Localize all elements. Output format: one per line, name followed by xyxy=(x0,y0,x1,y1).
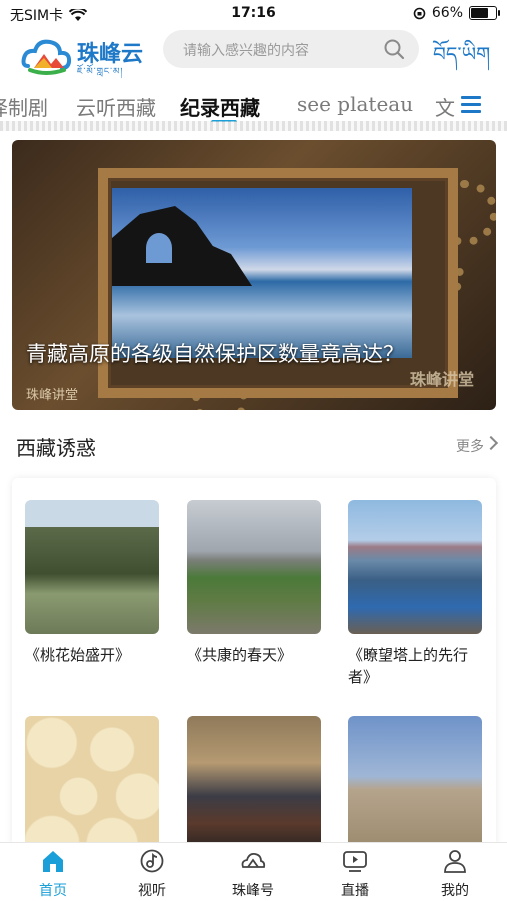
card-thumbnail[interactable] xyxy=(187,716,321,848)
battery-percent: 66% xyxy=(431,5,463,21)
category-tabs: 译制剧 云听西藏 纪录西藏 see plateau 文 xyxy=(0,86,507,122)
card-thumbnail[interactable] xyxy=(187,500,321,634)
tabbar-zhufeng[interactable]: 珠峰号 xyxy=(218,849,288,900)
video-grid: 《桃花始盛开》 《共康的春天》 《瞭望塔上的先行者》 xyxy=(12,478,496,848)
card-thumbnail[interactable] xyxy=(25,500,159,634)
card-thumbnail[interactable] xyxy=(25,716,159,848)
menu-icon[interactable] xyxy=(461,96,481,113)
card-thumbnail[interactable] xyxy=(348,716,482,848)
tab-yunting-tibet[interactable]: 云听西藏 xyxy=(76,92,156,121)
section-title: 西藏诱惑 xyxy=(16,436,96,460)
decorative-pattern xyxy=(0,121,507,131)
tab-see-plateau[interactable]: see plateau xyxy=(297,92,413,116)
card-caption[interactable]: 《共康的春天》 xyxy=(187,644,327,666)
tabbar-label: 我的 xyxy=(441,883,469,899)
banner-title: 青藏高原的各级自然保护区数量竟高达？ xyxy=(26,342,404,366)
app-header: 珠峰云 ཇོ་མོ་གླང་མ། 请输入感兴趣的内容 བོད་ཡིག xyxy=(0,28,507,86)
chevron-right-icon[interactable] xyxy=(483,435,499,451)
tabbar-label: 珠峰号 xyxy=(232,883,274,899)
app-logo[interactable]: 珠峰云 ཇོ་མོ་གླང་མ། xyxy=(20,34,170,78)
featured-banner[interactable]: 青藏高原的各级自然保护区数量竟高达？ 珠峰讲堂 珠峰讲堂 xyxy=(12,140,496,410)
tabbar-audio-video[interactable]: 视听 xyxy=(117,849,187,900)
search-bar[interactable]: 请输入感兴趣的内容 xyxy=(163,30,419,68)
search-placeholder: 请输入感兴趣的内容 xyxy=(183,43,309,59)
status-bar: 无SIM卡 17:16 66% xyxy=(0,0,507,28)
tabbar-label: 首页 xyxy=(39,883,67,899)
language-toggle-button[interactable]: བོད་ཡིག xyxy=(433,32,490,88)
mountain-icon xyxy=(241,852,266,868)
tabbar-live[interactable]: 直播 xyxy=(320,849,390,900)
live-icon xyxy=(343,851,367,872)
section-header: 西藏诱惑 更多 xyxy=(16,430,499,460)
bottom-tab-bar: 首页 视听 珠峰号 直播 我的 xyxy=(0,842,507,901)
tabbar-mine[interactable]: 我的 xyxy=(420,849,490,900)
card-thumbnail[interactable] xyxy=(348,500,482,634)
more-link[interactable]: 更多 xyxy=(456,436,484,456)
search-icon[interactable] xyxy=(383,38,405,60)
cloud-logo-icon xyxy=(21,39,72,75)
tab-culture[interactable]: 文 xyxy=(435,92,455,121)
tab-documentary-tibet[interactable]: 纪录西藏 xyxy=(180,92,260,121)
banner-image xyxy=(112,188,412,358)
music-icon xyxy=(140,849,164,873)
banner-source: 珠峰讲堂 xyxy=(26,388,79,403)
orientation-lock-icon xyxy=(413,7,426,19)
card-caption[interactable]: 《瞭望塔上的先行者》 xyxy=(348,644,468,688)
tab-dubbed-drama[interactable]: 译制剧 xyxy=(0,92,48,121)
banner-watermark: 珠峰讲堂 xyxy=(409,370,474,389)
tabbar-label: 视听 xyxy=(138,883,166,899)
logo-subtitle: ཇོ་མོ་གླང་མ། xyxy=(77,67,124,77)
home-icon xyxy=(43,851,63,872)
tabbar-label: 直播 xyxy=(341,883,369,899)
battery-icon xyxy=(469,6,500,20)
person-icon xyxy=(444,850,466,873)
tabbar-home[interactable]: 首页 xyxy=(18,849,88,900)
card-caption[interactable]: 《桃花始盛开》 xyxy=(25,644,165,666)
